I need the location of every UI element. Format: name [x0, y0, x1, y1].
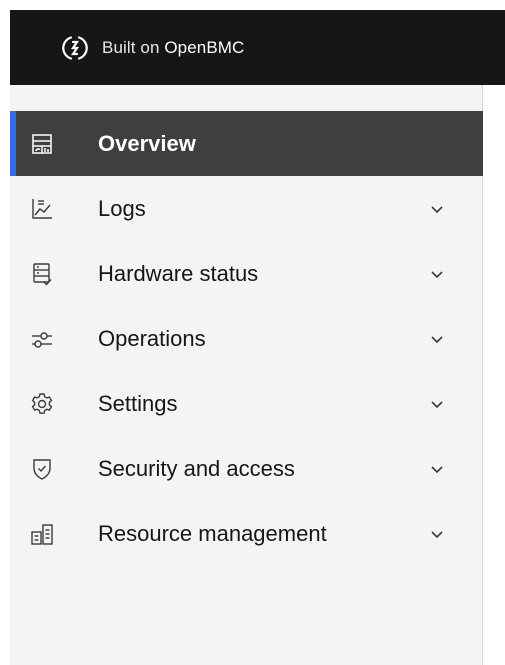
brand-name: OpenBMC [164, 37, 245, 57]
chevron-down-icon[interactable] [429, 266, 445, 282]
sliders-icon [30, 327, 54, 351]
chevron-down-icon[interactable] [429, 201, 445, 217]
sidebar-item-logs[interactable]: Logs [10, 176, 483, 241]
server-check-icon [30, 262, 54, 286]
chart-list-icon [30, 197, 54, 221]
sidebar-item-label: Operations [98, 325, 206, 351]
brand-prefix: Built on [102, 37, 160, 57]
chevron-down-icon[interactable] [429, 526, 445, 542]
resources-icon [30, 522, 54, 546]
chevron-down-icon[interactable] [429, 331, 445, 347]
app-frame: Built on OpenBMC Overview Logs Hardware … [0, 0, 505, 665]
sidebar-item-overview[interactable]: Overview [10, 111, 483, 176]
sidebar-item-label: Settings [98, 390, 178, 416]
sidebar-item-resource-management[interactable]: Resource management [10, 501, 483, 566]
chevron-down-icon[interactable] [429, 461, 445, 477]
sidebar: Overview Logs Hardware status Operations… [10, 85, 483, 665]
chevron-down-icon[interactable] [429, 396, 445, 412]
sidebar-item-security[interactable]: Security and access [10, 436, 483, 501]
sidebar-item-settings[interactable]: Settings [10, 371, 483, 436]
sidebar-item-label: Security and access [98, 455, 295, 481]
brand-text: Built on OpenBMC [102, 38, 244, 58]
sidebar-item-label: Overview [98, 130, 196, 156]
openbmc-logo-icon[interactable] [60, 33, 90, 63]
sidebar-item-label: Logs [98, 195, 146, 221]
sidebar-item-label: Resource management [98, 520, 327, 546]
sidebar-item-operations[interactable]: Operations [10, 306, 483, 371]
sidebar-item-hardware-status[interactable]: Hardware status [10, 241, 483, 306]
shield-check-icon [30, 457, 54, 481]
gear-icon [30, 392, 54, 416]
sidebar-nav: Overview Logs Hardware status Operations… [10, 111, 483, 566]
app-header: Built on OpenBMC [10, 10, 505, 85]
sidebar-item-label: Hardware status [98, 260, 259, 286]
dashboard-icon [30, 132, 54, 156]
